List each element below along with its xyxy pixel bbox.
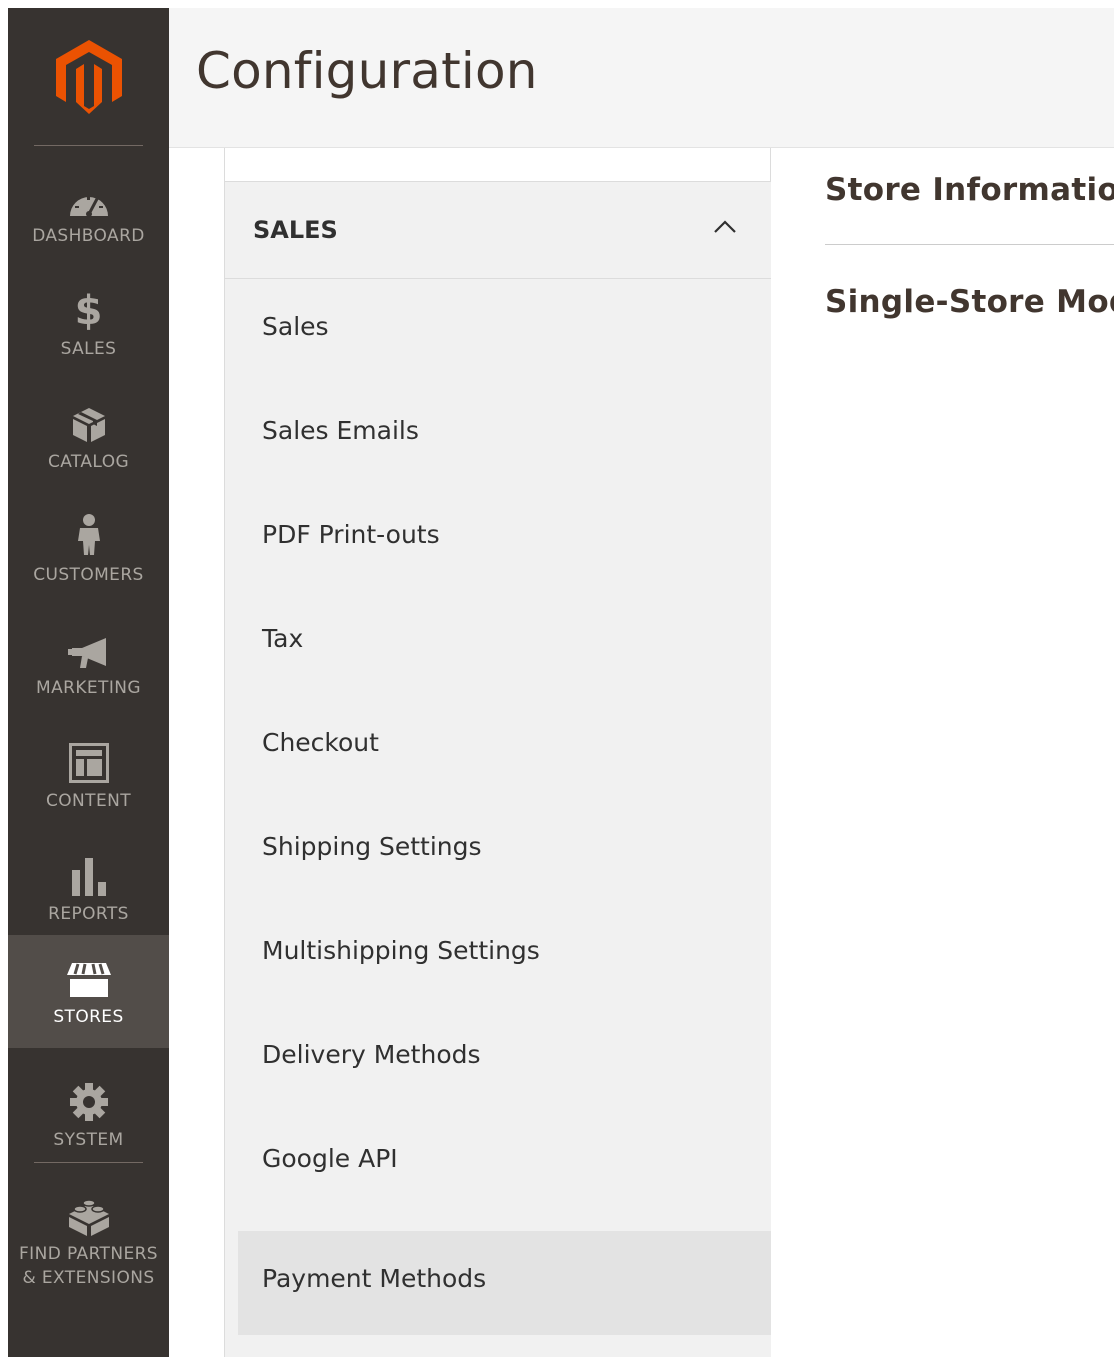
gear-icon [69,1082,108,1121]
tab-item-sales-emails[interactable]: Sales Emails [238,383,771,487]
blocks-icon [68,1199,109,1236]
nav-label-customers: CUSTOMERS [33,564,144,585]
nav-item-content[interactable]: CONTENT [8,719,169,832]
page-title: Configuration [196,42,538,100]
tab-item-sales[interactable]: Sales [238,279,771,383]
nav-label-content: CONTENT [46,790,131,811]
config-tabs-panel: SALES Sales Sales Emails PDF Print-outs … [224,148,771,1357]
tab-item-label: Payment Methods [262,1264,487,1293]
dashboard-gauge-icon [69,195,108,217]
tab-item-checkout[interactable]: Checkout [238,695,771,799]
admin-sidebar: DASHBOARD $ SALES CATALOG CUSTOMERS MARK… [8,8,169,1357]
storefront-icon [66,962,111,997]
nav-label-stores: STORES [53,1006,124,1027]
magento-logo-icon [55,40,122,114]
group-store-information[interactable]: Store Information [825,172,1114,208]
tab-item-google-api[interactable]: Google API [238,1111,771,1215]
tab-item-label: Google API [262,1144,398,1173]
tab-item-pdf-print-outs[interactable]: PDF Print-outs [238,487,771,591]
nav-label-marketing: MARKETING [36,677,141,698]
nav-label-system: SYSTEM [53,1129,124,1150]
nav-item-stores[interactable]: STORES [8,935,169,1048]
tab-item-multishipping-settings[interactable]: Multishipping Settings [238,903,771,1007]
nav-label-find-partners: FIND PARTNERS & EXTENSIONS [18,1244,159,1288]
section-items-list: Sales Sales Emails PDF Print-outs Tax Ch… [225,279,771,1357]
bar-chart-icon [71,857,106,896]
nav-item-dashboard[interactable]: DASHBOARD [8,154,169,267]
nav-label-sales: SALES [60,338,117,359]
chevron-up-icon [714,220,736,233]
person-icon [77,513,100,555]
nav-label-dashboard: DASHBOARD [32,225,145,246]
nav-divider [34,1162,143,1163]
nav-item-reports[interactable]: REPORTS [8,832,169,945]
section-header-sales[interactable]: SALES [225,181,771,279]
nav-item-find-partners[interactable]: FIND PARTNERS & EXTENSIONS [8,1176,169,1306]
logo[interactable] [8,8,169,146]
nav-label-catalog: CATALOG [47,451,130,472]
section-title: SALES [253,216,338,244]
nav-item-marketing[interactable]: MARKETING [8,606,169,719]
nav-item-catalog[interactable]: CATALOG [8,380,169,493]
tab-item-shipping-settings[interactable]: Shipping Settings [238,799,771,903]
box-icon [72,407,105,442]
nav-divider [34,145,143,146]
group-single-store-mode[interactable]: Single-Store Mode [825,284,1114,320]
nav-item-customers[interactable]: CUSTOMERS [8,493,169,606]
tab-item-label: Sales Emails [262,416,419,445]
tab-item-tax[interactable]: Tax [238,591,771,695]
tab-item-delivery-methods[interactable]: Delivery Methods [238,1007,771,1111]
tab-item-label: PDF Print-outs [262,520,440,549]
tab-item-label: Multishipping Settings [262,936,540,965]
page-header: Configuration [169,8,1114,148]
tab-item-label: Delivery Methods [262,1040,481,1069]
layout-icon [68,742,109,783]
megaphone-icon [67,637,106,668]
tab-item-label: Checkout [262,728,379,757]
nav-item-system[interactable]: SYSTEM [8,1058,169,1171]
tab-item-label: Shipping Settings [262,832,482,861]
dollar-icon: $ [74,287,103,334]
tab-item-label: Sales [262,312,329,341]
config-content: Store Information Single-Store Mode [771,148,1114,1357]
nav-label-reports: REPORTS [48,903,129,924]
tab-item-label: Tax [262,624,304,653]
page: DASHBOARD $ SALES CATALOG CUSTOMERS MARK… [0,0,1114,1357]
tab-item-payment-methods[interactable]: Payment Methods [238,1231,771,1335]
group-divider [825,244,1114,245]
nav-item-sales[interactable]: $ SALES [8,267,169,380]
